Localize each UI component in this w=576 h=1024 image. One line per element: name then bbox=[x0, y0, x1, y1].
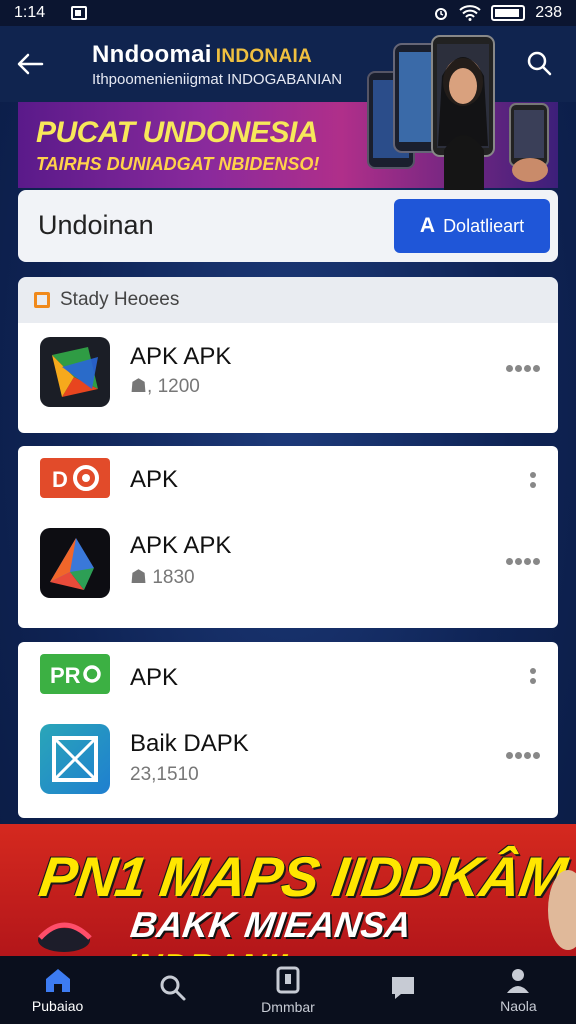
title-text: Nndoomai bbox=[92, 40, 212, 68]
list-header: Stady Heoees bbox=[18, 277, 558, 323]
more-options-icon[interactable] bbox=[506, 359, 542, 372]
nav-profile[interactable]: Naola bbox=[461, 956, 576, 1024]
more-vertical-icon[interactable] bbox=[530, 472, 538, 494]
status-time: 1:14 bbox=[14, 4, 46, 21]
downloads-icon: ☗ bbox=[130, 567, 148, 588]
promo-person-icon bbox=[548, 870, 576, 950]
nav-library-label: Dmmbar bbox=[261, 999, 315, 1015]
download-button-icon: A bbox=[419, 214, 436, 237]
more-options-icon[interactable] bbox=[506, 746, 542, 759]
promo-decoration-icon bbox=[38, 922, 92, 952]
promo-subline: BAKK MIEANSA INDBANI! bbox=[122, 904, 576, 956]
nav-home[interactable]: Pubaiao bbox=[0, 956, 115, 1024]
library-icon bbox=[276, 966, 300, 994]
svg-text:PR: PR bbox=[50, 663, 81, 688]
page-subtitle: Ithpoomenieniigmat INDOGABANIAN bbox=[92, 70, 343, 88]
promo-headline: PN1 MAPS IIDDKÂM bbox=[35, 845, 570, 908]
phones-illustration bbox=[367, 35, 549, 190]
bottom-navigation: Pubaiao Dmmbar Naola bbox=[0, 956, 576, 1024]
downloads-icon: ☗, bbox=[130, 376, 153, 397]
download-button-label: Dolatlieart bbox=[443, 215, 525, 236]
list-header-label: Stady Heoees bbox=[60, 289, 180, 310]
home-icon bbox=[45, 969, 70, 992]
apk-section-label: APK bbox=[130, 466, 179, 493]
app-card[interactable]: APK APK ☗, 1200 bbox=[18, 323, 558, 433]
battery-level: 238 bbox=[535, 4, 562, 21]
nav-search[interactable] bbox=[115, 956, 230, 1024]
search-icon bbox=[160, 975, 186, 1001]
search-input[interactable]: Undoinan bbox=[38, 210, 154, 241]
back-button[interactable] bbox=[0, 26, 60, 102]
app-name: APK APK bbox=[130, 343, 232, 370]
maps-app-icon bbox=[40, 337, 110, 407]
download-button[interactable]: A Dolatlieart bbox=[394, 199, 550, 253]
promo-subline-white: BAKK MIEANSA bbox=[128, 904, 413, 945]
app-download-count: 1200 bbox=[157, 376, 200, 397]
chat-icon bbox=[392, 977, 415, 999]
app-meta: ☗ 1830 bbox=[130, 566, 195, 589]
more-options-icon[interactable] bbox=[506, 552, 542, 565]
nav-chat[interactable] bbox=[346, 956, 461, 1024]
nav-home-label: Pubaiao bbox=[31, 998, 84, 1014]
back-arrow-icon bbox=[17, 53, 44, 75]
title-accent: INDONAIA bbox=[215, 45, 313, 67]
page-title: Nndoomai INDONAIA bbox=[92, 41, 342, 69]
alarm-icon bbox=[435, 8, 448, 20]
bookmark-icon bbox=[34, 292, 50, 308]
app-card[interactable]: D APK APK APK ☗ 1830 bbox=[18, 446, 558, 628]
app-download-count: 23,1510 bbox=[130, 764, 199, 785]
arrow-app-icon bbox=[40, 528, 110, 598]
apk-badge-icon: D bbox=[40, 458, 110, 498]
nav-library[interactable]: Dmmbar bbox=[230, 956, 345, 1024]
more-vertical-icon[interactable] bbox=[530, 668, 538, 690]
svg-text:D: D bbox=[52, 467, 68, 492]
nav-profile-label: Naola bbox=[500, 998, 537, 1014]
promo-subline-yellow: INDBANI! bbox=[122, 946, 290, 956]
profile-icon bbox=[507, 969, 530, 993]
apk-section-label: APK bbox=[130, 664, 179, 691]
search-card: Undoinan A Dolatlieart bbox=[18, 190, 558, 262]
status-bar: 1:14 238 bbox=[0, 0, 576, 26]
apk-badge-icon: PR bbox=[40, 654, 110, 694]
app-download-count: 1830 bbox=[152, 567, 195, 588]
battery-icon bbox=[491, 5, 526, 21]
notification-icon bbox=[71, 6, 88, 20]
app-meta: ☗, 1200 bbox=[130, 375, 200, 398]
banner-title: PUCAT UNDONESIA bbox=[36, 116, 318, 149]
app-name: Baik DAPK bbox=[130, 730, 249, 757]
image-app-icon bbox=[40, 724, 110, 794]
app-card[interactable]: PR APK Baik DAPK 23,1510 bbox=[18, 642, 558, 818]
wifi-icon bbox=[459, 5, 481, 21]
app-name: APK APK bbox=[130, 532, 232, 559]
bottom-promo-banner[interactable]: PN1 MAPS IIDDKÂM BAKK MIEANSA INDBANI! bbox=[0, 824, 576, 956]
banner-subtitle: TAIRHS DUNIADGAT NBIDENSO! bbox=[36, 154, 320, 174]
